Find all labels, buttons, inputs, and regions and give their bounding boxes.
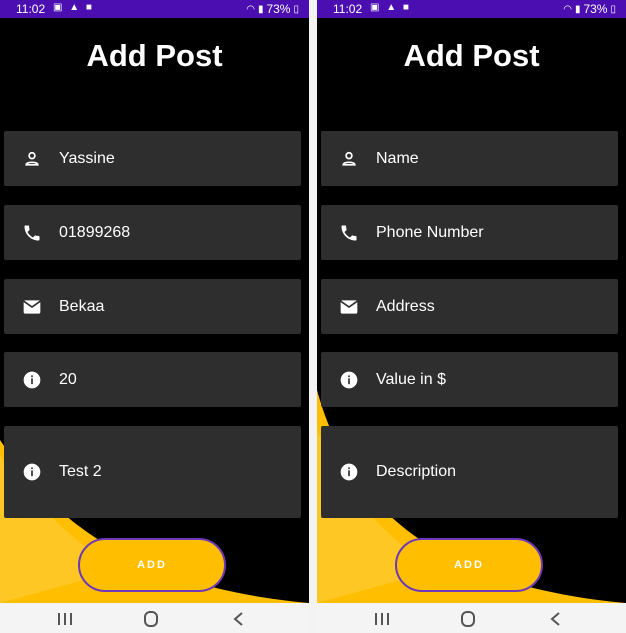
description-field[interactable]: Test 2: [4, 426, 301, 518]
wifi-icon: ◠: [563, 3, 572, 15]
battery-icon: ▯: [610, 3, 616, 15]
description-field[interactable]: Description: [321, 426, 618, 518]
app-icon: ■: [85, 2, 94, 13]
address-placeholder: Address: [376, 297, 435, 315]
recent-apps-icon[interactable]: [372, 611, 392, 627]
description-value: Test 2: [59, 463, 102, 480]
person-icon: [342, 151, 356, 166]
snapchat-icon: ▲: [69, 2, 82, 13]
wifi-icon: ◠: [246, 3, 255, 15]
person-icon: [25, 151, 39, 166]
phone-field[interactable]: Phone Number: [321, 205, 618, 260]
phone-placeholder: Phone Number: [376, 223, 484, 241]
status-bar: 11:02 ▣ ▲ ■ ◠ ▮ 73% ▯: [317, 0, 626, 18]
snapchat-icon: ▲: [386, 2, 399, 13]
status-time: 11:02: [16, 2, 46, 16]
image-icon: ▣: [53, 2, 65, 13]
page-title: Add Post: [86, 38, 223, 73]
screenshot-pair: 11:02 ▣ ▲ ■ ◠ ▮ 73% ▯ Add Post Yassine 0…: [0, 0, 626, 633]
value-value: 20: [59, 370, 77, 388]
image-icon: ▣: [370, 2, 382, 13]
add-button[interactable]: ADD: [78, 538, 226, 592]
status-bar: 11:02 ▣ ▲ ■ ◠ ▮ 73% ▯: [0, 0, 309, 18]
address-value: Bekaa: [59, 297, 105, 315]
info-icon: [23, 463, 41, 481]
page-title: Add Post: [403, 38, 540, 73]
address-field[interactable]: Bekaa: [4, 279, 301, 334]
mail-icon: [23, 299, 41, 314]
info-icon: [340, 463, 358, 481]
divider: [309, 0, 317, 633]
battery-icon: ▯: [293, 3, 299, 15]
value-field[interactable]: 20: [4, 352, 301, 407]
notification-icons: ▣ ▲ ■: [370, 2, 411, 13]
phone-value: 01899268: [59, 223, 131, 241]
add-button[interactable]: ADD: [395, 538, 543, 592]
back-icon[interactable]: [229, 611, 249, 627]
navigation-bar: [0, 603, 309, 633]
battery-percent: 73%: [266, 2, 291, 16]
name-value: Yassine: [59, 149, 115, 167]
info-icon: [23, 371, 41, 388]
info-icon: [340, 371, 358, 388]
phone-field[interactable]: 01899268: [4, 205, 301, 260]
recent-apps-icon[interactable]: [55, 611, 75, 627]
signal-icon: ▮: [574, 3, 581, 15]
status-right: ◠ ▮ 73% ▯: [563, 2, 616, 16]
name-placeholder: Name: [376, 149, 419, 167]
address-field[interactable]: Address: [321, 279, 618, 334]
notification-icons: ▣ ▲ ■: [53, 2, 94, 13]
phone-icon: [24, 225, 40, 240]
description-placeholder: Description: [376, 463, 457, 480]
phone-screen-empty: 11:02 ▣ ▲ ■ ◠ ▮ 73% ▯ Add Post Name Phon…: [317, 0, 626, 633]
name-field[interactable]: Yassine: [4, 131, 301, 186]
phone-icon: [341, 225, 357, 240]
value-placeholder: Value in $: [376, 370, 446, 388]
battery-percent: 73%: [583, 2, 608, 16]
home-icon[interactable]: [141, 611, 161, 627]
value-field[interactable]: Value in $: [321, 352, 618, 407]
status-right: ◠ ▮ 73% ▯: [246, 2, 299, 16]
home-icon[interactable]: [458, 611, 478, 627]
app-icon: ■: [402, 2, 411, 13]
back-icon[interactable]: [546, 611, 566, 627]
mail-icon: [340, 299, 358, 314]
phone-screen-filled: 11:02 ▣ ▲ ■ ◠ ▮ 73% ▯ Add Post Yassine 0…: [0, 0, 309, 633]
signal-icon: ▮: [257, 3, 264, 15]
status-time: 11:02: [333, 2, 363, 16]
name-field[interactable]: Name: [321, 131, 618, 186]
navigation-bar: [317, 603, 626, 633]
